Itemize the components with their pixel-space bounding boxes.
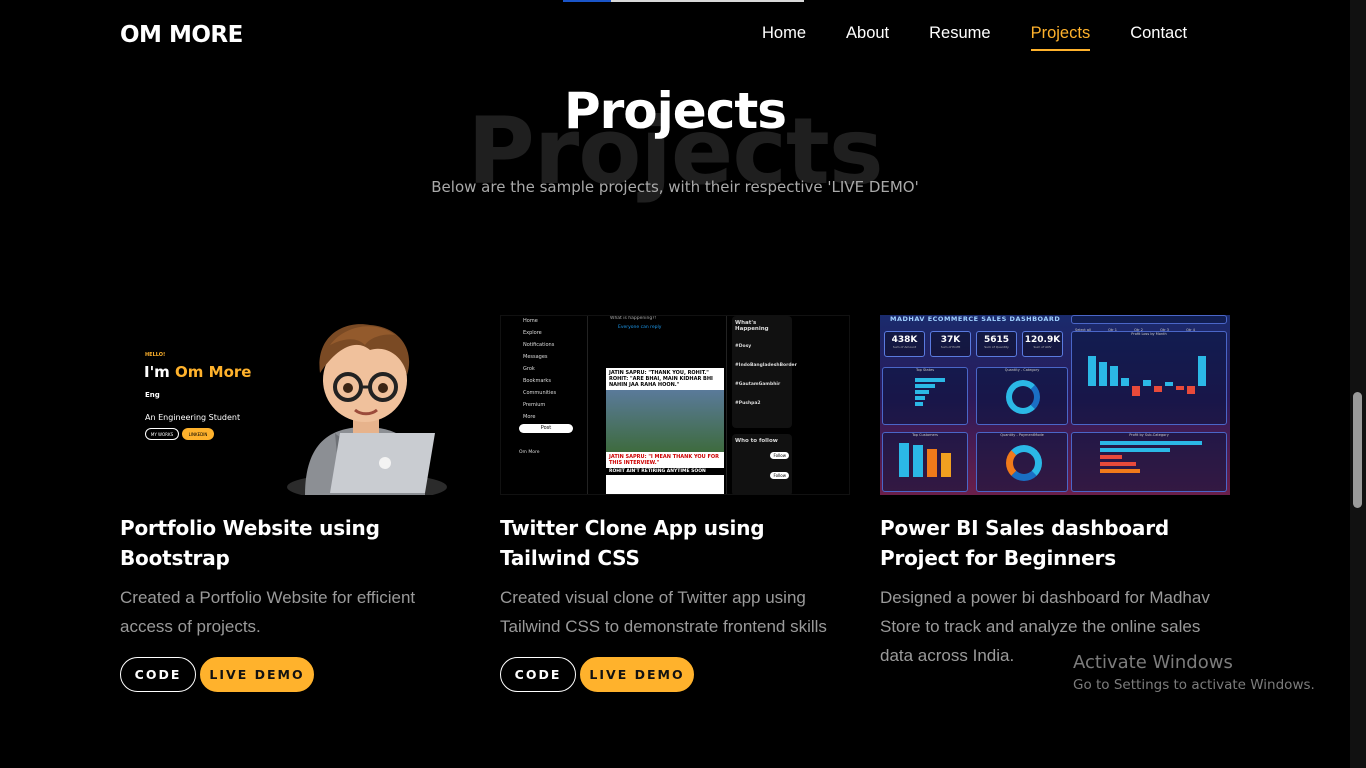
preview-panel-quantity-paymentmode: Quantity - PaymentMode [976, 432, 1068, 492]
preview-panel-profit-loss: Profit Loss by Month [1071, 331, 1227, 425]
code-button[interactable]: CODE [120, 657, 196, 692]
preview-trending-panel: What's Happening #Dosy #IndoBangladeshBo… [732, 316, 797, 428]
nav-link-projects[interactable]: Projects [1030, 24, 1091, 51]
preview-photo [606, 390, 724, 452]
preview-follow-button: Follow [770, 452, 789, 459]
preview-sidebar-item: Home [523, 318, 538, 324]
preview-sidebar-item: Premium [523, 402, 546, 408]
brand-logo[interactable]: OM MORE [120, 22, 243, 48]
watermark-title: Activate Windows [1073, 652, 1233, 673]
project-preview-powerbi[interactable]: MADHAV ECOMMERCE SALES DASHBOARD 438K Sum… [880, 315, 1230, 495]
preview-panel-quantity-category: Quantity - Category [976, 367, 1068, 425]
preview-dashboard-title: MADHAV ECOMMERCE SALES DASHBOARD [890, 315, 1061, 323]
project-preview-twitter-clone[interactable]: Home Explore Notifications Messages Grok… [500, 315, 850, 495]
preview-kpi: 120.9K Sum of AOV [1022, 331, 1063, 357]
preview-hello-text: HELLO! [145, 352, 166, 358]
preview-headline-2: JATIN SAPRU: "I MEAN THANK YOU FOR THIS … [606, 452, 724, 468]
watermark-subtitle: Go to Settings to activate Windows. [1073, 677, 1315, 693]
section-subtitle: Below are the sample projects, with thei… [431, 178, 919, 196]
preview-sidebar-item: Communities [523, 390, 557, 396]
nav-link-resume[interactable]: Resume [929, 24, 990, 51]
windows-activation-watermark: Activate Windows Go to Settings to activ… [1073, 652, 1315, 693]
preview-headline-1: JATIN SAPRU: "THANK YOU, ROHIT." ROHIT: … [606, 368, 724, 390]
preview-reply-setting: Everyone can reply [618, 325, 662, 330]
nav-links: Home About Resume Projects Contact [762, 24, 1227, 51]
scrollbar-thumb[interactable] [1353, 392, 1362, 508]
preview-follow-button: Follow [770, 472, 789, 479]
preview-trending-title: What's Happening [735, 320, 769, 332]
preview-intro-text: I'm Om More [144, 363, 252, 381]
preview-eng-text: Eng [145, 391, 160, 399]
preview-follow-title: Who to follow [735, 438, 778, 444]
preview-panel-top-states: Top States [882, 367, 968, 425]
project-actions: CODE LIVE DEMO [500, 657, 850, 692]
preview-sidebar-item: Notifications [523, 342, 555, 348]
project-card-portfolio: HELLO! I'm Om More Eng An Engineering St… [120, 315, 470, 692]
nav-link-home[interactable]: Home [762, 24, 806, 51]
preview-user-name: Om More [519, 450, 540, 455]
preview-sidebar-item: More [523, 414, 536, 420]
preview-sidebar-item: Messages [523, 354, 548, 360]
project-description: Created a Portfolio Website for efficien… [120, 588, 416, 636]
preview-sidebar-item: Bookmarks [523, 378, 551, 384]
project-title: Twitter Clone App using Tailwind CSS [500, 516, 765, 570]
preview-follow-panel: Who to follow Follow Follow [732, 434, 792, 494]
project-actions: CODE LIVE DEMO [120, 657, 470, 692]
preview-kpi: 438K Sum of Amount [884, 331, 925, 357]
page-scrollbar[interactable] [1350, 0, 1366, 768]
preview-post-image: JATIN SAPRU: "THANK YOU, ROHIT." ROHIT: … [606, 368, 724, 494]
live-demo-button[interactable]: LIVE DEMO [200, 657, 314, 692]
nav-link-about[interactable]: About [846, 24, 889, 51]
nav-link-contact[interactable]: Contact [1130, 24, 1187, 51]
section-header: Projects Projects Below are the sample p… [0, 82, 1350, 205]
section-title: Projects [563, 82, 787, 140]
project-title: Power BI Sales dashboard Project for Beg… [880, 516, 1169, 570]
preview-role-text: An Engineering Student [145, 413, 241, 422]
preview-kpi: 5615 Sum of Quantity [976, 331, 1017, 357]
project-preview-portfolio[interactable]: HELLO! I'm Om More Eng An Engineering St… [120, 315, 470, 495]
preview-works-button: MY WORKS [145, 428, 179, 440]
preview-linkedin-button: LINKEDIN [182, 428, 214, 440]
navbar: OM MORE Home About Resume Projects Conta… [0, 0, 1350, 72]
preview-panel-top-customers: Top Customers [882, 432, 968, 492]
preview-post-button: Post [519, 424, 573, 433]
preview-trend-item: #Dosy [735, 344, 752, 349]
project-title: Portfolio Website using Bootstrap [120, 516, 380, 570]
preview-kpi: 37K Sum of Profit [930, 331, 971, 357]
avatar-illustration [287, 324, 447, 495]
project-description: Created visual clone of Twitter app usin… [500, 588, 827, 636]
live-demo-button[interactable]: LIVE DEMO [580, 657, 694, 692]
project-card-twitter-clone: Home Explore Notifications Messages Grok… [500, 315, 850, 692]
preview-trend-item: #Pushpa2 [735, 401, 761, 406]
project-card-powerbi: MADHAV ECOMMERCE SALES DASHBOARD 438K Sum… [880, 315, 1230, 670]
preview-sidebar-item: Grok [523, 366, 535, 372]
preview-sidebar-item: Explore [523, 330, 542, 336]
preview-trend-item: #IndoBangladeshBorder [735, 363, 797, 368]
code-button[interactable]: CODE [500, 657, 576, 692]
preview-compose-placeholder: What is happening?! [610, 316, 657, 321]
preview-panel-profit-subcategory: Profit by Sub-Category [1071, 432, 1227, 492]
preview-trend-item: #GautamGambhir [735, 382, 781, 387]
preview-headline-3: ROHIT AIN'T RETIRING ANYTIME SOON [606, 468, 724, 475]
preview-filter-bar: Select all Qtr 1 Qtr 2 Qtr 3 Qtr 4 [1071, 315, 1227, 332]
